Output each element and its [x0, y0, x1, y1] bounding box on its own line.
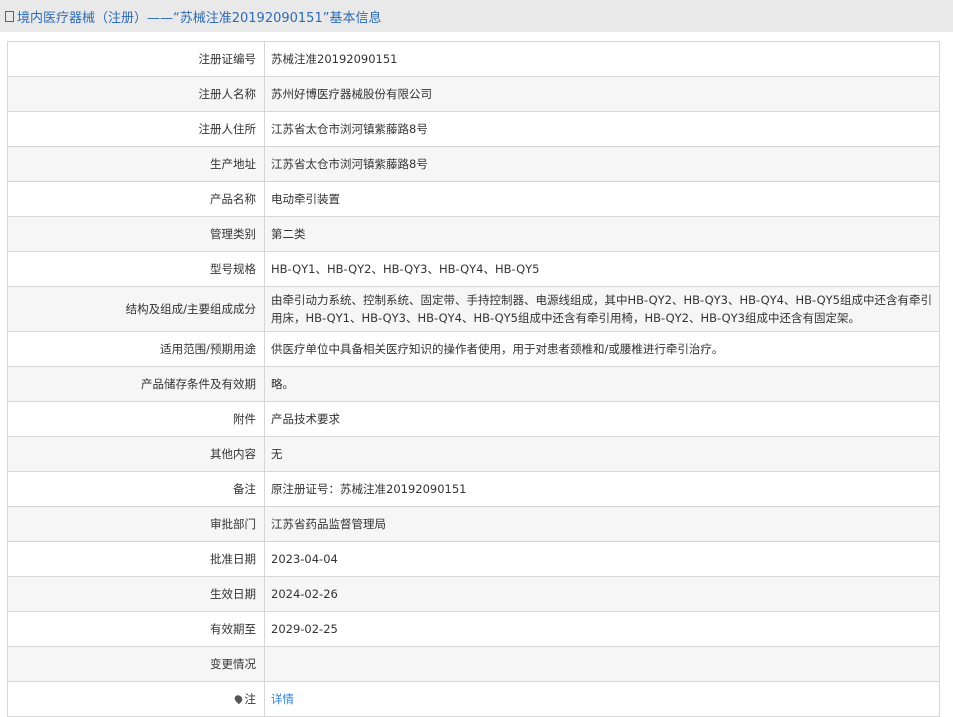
row-value: 江苏省太仓市浏河镇紫藤路8号	[264, 146, 940, 182]
row-value: 2024-02-26	[264, 576, 940, 612]
row-value: 无	[264, 436, 940, 472]
table-row: 生效日期 2024-02-26	[7, 576, 940, 612]
table-row: 产品储存条件及有效期 略。	[7, 366, 940, 402]
table-row: 结构及组成/主要组成成分 由牵引动力系统、控制系统、固定带、手持控制器、电源线组成…	[7, 286, 940, 332]
document-icon	[5, 10, 14, 22]
row-label: 注册人名称	[7, 76, 265, 112]
table-row: 审批部门 江苏省药品监督管理局	[7, 506, 940, 542]
row-label: 注册人住所	[7, 111, 265, 147]
table-row: 型号规格 HB-QY1、HB-QY2、HB-QY3、HB-QY4、HB-QY5	[7, 251, 940, 287]
row-label: 审批部门	[7, 506, 265, 542]
row-label: 其他内容	[7, 436, 265, 472]
row-label: 结构及组成/主要组成成分	[7, 286, 265, 332]
table-row: 注册人名称 苏州好博医疗器械股份有限公司	[7, 76, 940, 112]
row-value: 苏州好博医疗器械股份有限公司	[264, 76, 940, 112]
table-row: 生产地址 江苏省太仓市浏河镇紫藤路8号	[7, 146, 940, 182]
table-row: 其他内容无	[7, 436, 940, 472]
table-row: 附件 产品技术要求	[7, 401, 940, 437]
row-value: 苏械注准20192090151	[264, 41, 940, 77]
table-row: 注册人住所 江苏省太仓市浏河镇紫藤路8号	[7, 111, 940, 147]
row-value: 2023-04-04	[264, 541, 940, 577]
page-header: 境内医疗器械（注册）——“苏械注准20192090151”基本信息	[0, 0, 953, 32]
row-value: HB-QY1、HB-QY2、HB-QY3、HB-QY4、HB-QY5	[264, 251, 940, 287]
row-value: 电动牵引装置	[264, 181, 940, 217]
table-row: 批准日期 2023-04-04	[7, 541, 940, 577]
row-label: 注	[7, 681, 265, 717]
details-link[interactable]: 详情	[271, 692, 294, 706]
table-row: 注册证编号 苏械注准20192090151	[7, 41, 940, 77]
row-value: 供医疗单位中具备相关医疗知识的操作者使用，用于对患者颈椎和/或腰椎进行牵引治疗。	[264, 331, 940, 367]
row-value: 产品技术要求	[264, 401, 940, 437]
row-label: 变更情况	[7, 646, 265, 682]
row-value: 原注册证号：苏械注准20192090151	[264, 471, 940, 507]
info-table: 注册证编号 苏械注准20192090151 注册人名称 苏州好博医疗器械股份有限公司注…	[7, 41, 940, 717]
row-label: 生产地址	[7, 146, 265, 182]
table-row: 适用范围/预期用途 供医疗单位中具备相关医疗知识的操作者使用，用于对患者颈椎和/或…	[7, 331, 940, 367]
table-row: 备注 原注册证号：苏械注准20192090151	[7, 471, 940, 507]
row-label: 产品储存条件及有效期	[7, 366, 265, 402]
table-row: 变更情况	[7, 646, 940, 682]
row-label: 附件	[7, 401, 265, 437]
table-row: 有效期至 2029-02-25	[7, 611, 940, 647]
row-value: 由牵引动力系统、控制系统、固定带、手持控制器、电源线组成，其中HB-QY2、HB…	[264, 286, 940, 332]
row-label: 批准日期	[7, 541, 265, 577]
row-value: 江苏省太仓市浏河镇紫藤路8号	[264, 111, 940, 147]
pin-icon	[232, 693, 244, 705]
table-row: 产品名称 电动牵引装置	[7, 181, 940, 217]
row-label: 注册证编号	[7, 41, 265, 77]
table-row: 管理类别 第二类	[7, 216, 940, 252]
row-value: 2029-02-25	[264, 611, 940, 647]
row-value: 第二类	[264, 216, 940, 252]
row-label: 型号规格	[7, 251, 265, 287]
page-title: 境内医疗器械（注册）——“苏械注准20192090151”基本信息	[17, 10, 382, 26]
row-label: 管理类别	[7, 216, 265, 252]
row-label: 生效日期	[7, 576, 265, 612]
row-value: 略。	[264, 366, 940, 402]
row-value	[264, 646, 940, 682]
row-label: 备注	[7, 471, 265, 507]
note-label: 注	[244, 692, 257, 706]
table-row-note: 注详情	[7, 681, 940, 717]
row-label: 适用范围/预期用途	[7, 331, 265, 367]
row-label: 有效期至	[7, 611, 265, 647]
row-label: 产品名称	[7, 181, 265, 217]
row-value: 江苏省药品监督管理局	[264, 506, 940, 542]
